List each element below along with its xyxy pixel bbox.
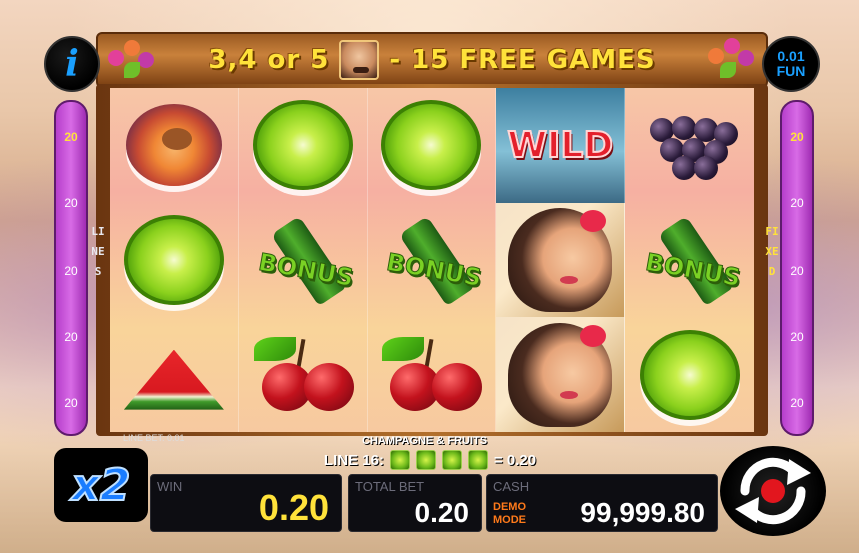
line-bet-label: LINE BET: 0.01 [123, 433, 185, 443]
win-panel: WIN 0.20 [150, 474, 342, 532]
denomination-display[interactable]: 0.01 FUN [762, 36, 820, 92]
line-number[interactable]: 20 [782, 130, 812, 144]
line-number[interactable]: 20 [782, 196, 812, 210]
lime-mini-icon [467, 450, 488, 470]
line-number[interactable]: 20 [56, 196, 86, 210]
reel-grid: WILD BONUS BONUS BONUS [110, 88, 754, 432]
girl-symbol-icon [508, 322, 613, 427]
lines-vertical-label: LINES [91, 225, 105, 278]
scatter-man-icon [339, 40, 380, 80]
denomination-value: 0.01 [777, 48, 805, 64]
spin-arrows-icon [735, 457, 811, 525]
line-number[interactable]: 20 [56, 330, 86, 344]
reel-cell [110, 317, 239, 432]
win-label: WIN [157, 479, 183, 494]
demo-mode-label: DEMO MODE [493, 501, 526, 527]
win-value: 0.20 [258, 487, 329, 528]
info-icon: i [65, 43, 79, 85]
line-win-prefix: LINE 16: [323, 451, 384, 469]
banner-text-left: 3,4 or 5 [208, 45, 330, 75]
flowers-left-icon [104, 36, 164, 84]
reel-cell: BONUS [368, 202, 497, 318]
reel-cell [239, 88, 368, 203]
lime-symbol-icon [639, 329, 740, 420]
banner-text-right: - 15 FREE GAMES [389, 45, 656, 75]
info-button[interactable]: i [44, 36, 100, 92]
grapes-symbol-icon [642, 110, 738, 181]
line-number[interactable]: 20 [782, 264, 812, 278]
line-win-amount: = 0.20 [493, 451, 537, 469]
plum-symbol-icon [125, 104, 222, 187]
bonus-champagne-symbol-icon: BONUS [244, 208, 362, 312]
lime-mini-icon [389, 450, 410, 470]
girl-symbol-icon [508, 207, 613, 312]
reel-cell: WILD [496, 88, 626, 203]
total-bet-value: 0.20 [414, 497, 470, 528]
bonus-champagne-symbol-icon: BONUS [372, 208, 490, 312]
lime-symbol-icon [123, 214, 224, 305]
total-bet-label: TOTAL BET [355, 479, 425, 494]
reel-cell [496, 202, 626, 318]
cherries-symbol-icon [376, 335, 486, 415]
lime-mini-icon [415, 450, 436, 470]
reel-cell [239, 317, 368, 432]
line-number[interactable]: 20 [56, 396, 86, 410]
lime-symbol-icon [252, 100, 353, 191]
cash-value: 99,999.80 [580, 497, 705, 528]
lime-symbol-icon [381, 100, 482, 191]
line-number[interactable]: 20 [56, 264, 86, 278]
spin-button[interactable] [720, 446, 826, 536]
cash-panel: CASH DEMO MODE 99,999.80 [486, 474, 718, 532]
cash-label: CASH [493, 479, 530, 494]
wild-symbol-icon: WILD [506, 124, 614, 167]
bonus-champagne-symbol-icon: BONUS [631, 208, 749, 312]
total-bet-panel[interactable]: TOTAL BET 0.20 [348, 474, 482, 532]
game-title: CHAMPAGNE & FRUITS [362, 435, 488, 447]
line-win-info: LINE 16: = 0.20 [300, 447, 560, 473]
lime-mini-icon [441, 450, 462, 470]
reel-cell [368, 317, 497, 432]
lines-panel-left: 20 20 20 20 20 [54, 100, 88, 436]
reel-cell [496, 317, 626, 432]
reel-cell [368, 88, 497, 203]
cherries-symbol-icon [248, 335, 358, 415]
reel-cell [110, 88, 239, 203]
line-number[interactable]: 20 [782, 396, 812, 410]
reel-cell [625, 88, 754, 203]
fixed-vertical-label: FIXED [765, 225, 779, 278]
demo-mode-line2: MODE [493, 514, 526, 526]
multiplier-badge: x2 [54, 448, 148, 522]
reel-cell: BONUS [625, 203, 754, 318]
demo-mode-line1: DEMO [493, 501, 526, 513]
lines-panel-right: 20 20 20 20 20 [780, 100, 814, 436]
flowers-right-icon [700, 36, 760, 84]
line-number[interactable]: 20 [56, 130, 86, 144]
currency-label: FUN [776, 63, 806, 79]
line-number[interactable]: 20 [782, 330, 812, 344]
reel-cell [625, 317, 754, 432]
free-games-banner: 3,4 or 5 - 15 FREE GAMES [96, 32, 768, 88]
watermelon-symbol-icon [123, 349, 224, 410]
reel-cell [110, 202, 239, 318]
reel-cell: BONUS [239, 202, 368, 318]
